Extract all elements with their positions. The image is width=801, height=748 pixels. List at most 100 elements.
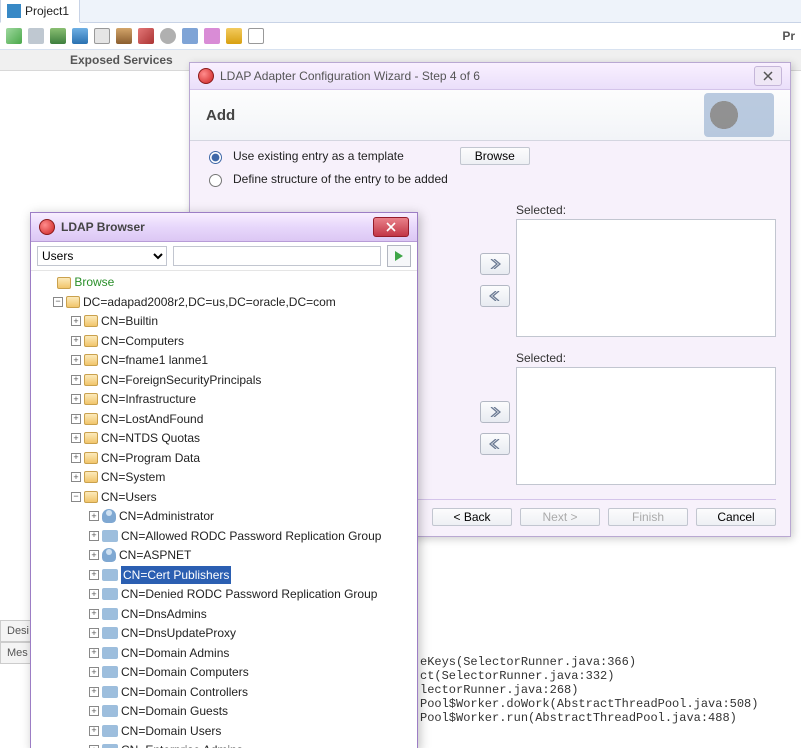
tree-node-label: CN=DnsUpdateProxy	[121, 624, 236, 642]
chevron-right-icon	[489, 407, 501, 417]
tree-entry-node[interactable]: +CN=Domain Users	[89, 722, 221, 740]
finish-button[interactable]: Finish	[608, 508, 688, 526]
tree-toggle-icon[interactable]: +	[89, 628, 99, 638]
tree-toggle-icon[interactable]: −	[71, 492, 81, 502]
tree-folder-node[interactable]: +CN=Infrastructure	[71, 390, 196, 408]
tree-folder-node[interactable]: +CN=Program Data	[71, 449, 200, 467]
editor-tab-bar: Project1	[0, 0, 801, 23]
group-icon	[102, 608, 118, 620]
tree-folder-node[interactable]: +CN=LostAndFound	[71, 410, 203, 428]
tree-entry-node[interactable]: +CN=Domain Admins	[89, 644, 229, 662]
tree-toggle-icon[interactable]: −	[53, 297, 63, 307]
ldap-search-go-button[interactable]	[387, 245, 411, 267]
option-use-existing-label: Use existing entry as a template	[233, 149, 404, 163]
tree-entry-node[interactable]: +CN=Domain Guests	[89, 702, 228, 720]
tree-entry-node[interactable]: +CN=Cert Publishers	[89, 566, 231, 584]
group-icon	[102, 705, 118, 717]
wizard-close-button[interactable]	[754, 66, 782, 86]
signal-icon[interactable]	[28, 28, 44, 44]
tree-toggle-icon[interactable]: +	[89, 667, 99, 677]
tree-toggle-icon[interactable]: +	[89, 609, 99, 619]
tree-folder-node[interactable]: +CN=fname1 lanme1	[71, 351, 208, 369]
option-use-existing-radio[interactable]	[209, 151, 222, 164]
tree-toggle-icon[interactable]: +	[89, 531, 99, 541]
tree-entry-node[interactable]: +CN=ASPNET	[89, 546, 191, 564]
option-define-label: Define structure of the entry to be adde…	[233, 172, 448, 186]
tree-entry-node[interactable]: +CN=Administrator	[89, 507, 214, 525]
tree-entry-node[interactable]: +CN=Domain Computers	[89, 663, 249, 681]
folder-icon	[84, 452, 98, 464]
check-icon[interactable]	[6, 28, 22, 44]
ldap-search-input[interactable]	[173, 246, 381, 266]
group-icon	[102, 530, 118, 542]
tree-toggle-icon[interactable]: +	[71, 453, 81, 463]
next-button[interactable]: Next >	[520, 508, 600, 526]
tree-toggle-icon[interactable]: +	[71, 414, 81, 424]
tree-folder-node[interactable]: +CN=System	[71, 468, 165, 486]
tree-entry-node[interactable]: +CN=DnsAdmins	[89, 605, 207, 623]
selected-list-2[interactable]	[516, 367, 776, 485]
add-selection-button-1[interactable]	[480, 253, 510, 275]
back-button[interactable]: < Back	[432, 508, 512, 526]
tree-entry-node[interactable]: +CN=Domain Controllers	[89, 683, 248, 701]
tree-toggle-icon[interactable]: +	[89, 589, 99, 599]
group-icon	[102, 725, 118, 737]
tree-toggle-icon[interactable]: +	[71, 336, 81, 346]
add-selection-button-2[interactable]	[480, 401, 510, 423]
tree-root-node[interactable]: −DC=adapad2008r2,DC=us,DC=oracle,DC=com	[53, 293, 336, 311]
box-icon[interactable]	[204, 28, 220, 44]
tree-entry-node[interactable]: +CN=Allowed RODC Password Replication Gr…	[89, 527, 381, 545]
ldap-browse-link[interactable]: Browse	[31, 271, 417, 289]
tree-toggle-icon[interactable]: +	[89, 511, 99, 521]
ldap-tree[interactable]: −DC=adapad2008r2,DC=us,DC=oracle,DC=com …	[31, 289, 417, 748]
tree-toggle-icon[interactable]: +	[71, 394, 81, 404]
option-define-radio[interactable]	[209, 174, 222, 187]
chevron-left-icon	[489, 291, 501, 301]
image-icon-2[interactable]	[72, 28, 88, 44]
wizard-titlebar[interactable]: LDAP Adapter Configuration Wizard - Step…	[190, 63, 790, 90]
tree-toggle-icon[interactable]: +	[71, 472, 81, 482]
tree-toggle-icon[interactable]: +	[89, 706, 99, 716]
tree-toggle-icon[interactable]: +	[89, 687, 99, 697]
tree-toggle-icon[interactable]: +	[71, 375, 81, 385]
cancel-button[interactable]: Cancel	[696, 508, 776, 526]
shield-icon[interactable]	[226, 28, 242, 44]
tree-toggle-icon[interactable]: +	[71, 355, 81, 365]
tree-node-label: CN=NTDS Quotas	[101, 429, 200, 447]
browse-template-button[interactable]: Browse	[460, 147, 530, 165]
tree-folder-node[interactable]: +CN=Computers	[71, 332, 184, 350]
folder-icon	[57, 277, 71, 289]
tree-folder-node[interactable]: +CN=ForeignSecurityPrincipals	[71, 371, 261, 389]
tree-toggle-icon[interactable]: +	[89, 726, 99, 736]
editor-tab-project1[interactable]: Project1	[0, 0, 80, 23]
delete-x-icon[interactable]	[138, 28, 154, 44]
tree-folder-node[interactable]: + CN=NTDS Quotas	[71, 429, 200, 447]
ldap-scope-select[interactable]: Users	[37, 246, 167, 266]
tree-entry-node[interactable]: + CN=DnsUpdateProxy	[89, 624, 236, 642]
tree-entry-node[interactable]: +CN=Enterprise Admins	[89, 741, 243, 748]
tree-toggle-icon[interactable]: +	[89, 550, 99, 560]
ldap-titlebar[interactable]: LDAP Browser	[31, 213, 417, 242]
tree-folder-node[interactable]: +CN=Builtin	[71, 312, 158, 330]
remove-selection-button-1[interactable]	[480, 285, 510, 307]
bracket-icon[interactable]	[182, 28, 198, 44]
copy-icon[interactable]	[94, 28, 110, 44]
tree-toggle-icon[interactable]: +	[71, 433, 81, 443]
play-icon	[394, 251, 404, 261]
wizard-banner: Add	[190, 90, 790, 141]
folder-icon	[66, 296, 80, 308]
user-icon	[102, 509, 116, 523]
check-box-icon[interactable]	[248, 28, 264, 44]
tree-toggle-icon[interactable]: +	[89, 648, 99, 658]
tree-entry-node[interactable]: +CN=Denied RODC Password Replication Gro…	[89, 585, 377, 603]
binoculars-icon[interactable]	[116, 28, 132, 44]
tree-toggle-icon[interactable]: +	[71, 316, 81, 326]
remove-selection-button-2[interactable]	[480, 433, 510, 455]
gear-icon[interactable]	[160, 28, 176, 44]
image-icon-1[interactable]	[50, 28, 66, 44]
log-output: eKeys(SelectorRunner.java:366) ct(Select…	[420, 655, 758, 725]
tree-toggle-icon[interactable]: +	[89, 570, 99, 580]
selected-list-1[interactable]	[516, 219, 776, 337]
ldap-close-button[interactable]	[373, 217, 409, 237]
tree-users-node[interactable]: −CN=Users	[71, 488, 157, 506]
